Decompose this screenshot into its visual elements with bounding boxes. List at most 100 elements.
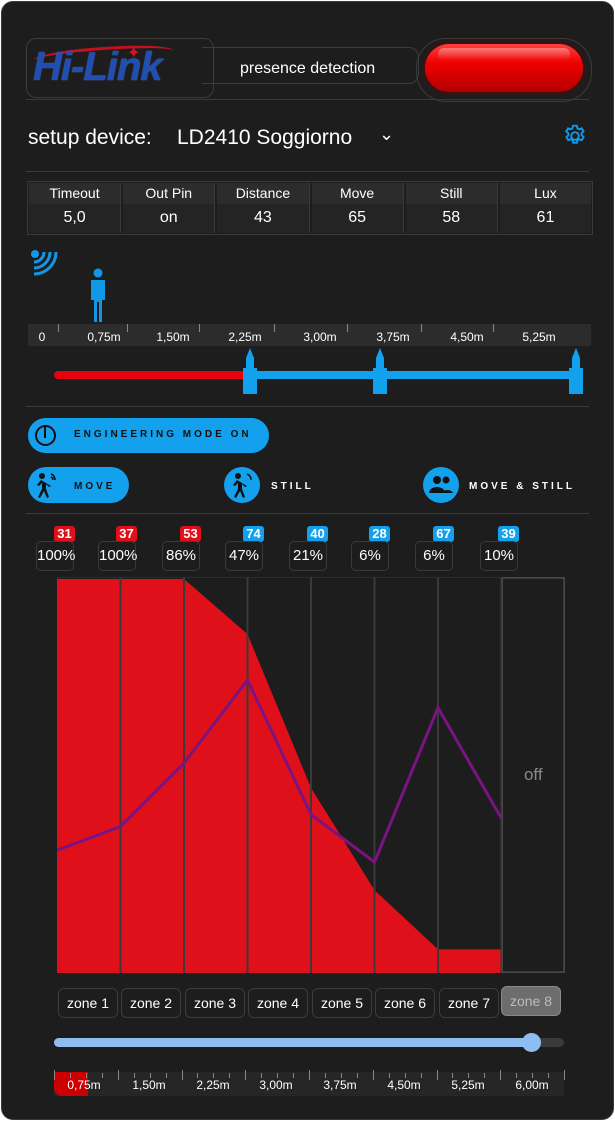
- distance-tick: [58, 324, 59, 332]
- zone-button[interactable]: zone 2: [121, 988, 181, 1018]
- param-out-pin: Out Pin on: [123, 183, 216, 233]
- distance-tick: [347, 324, 348, 332]
- zone-energy-percent: 47%: [225, 541, 263, 571]
- still-person-icon: [233, 473, 252, 498]
- bottom-scale-tick: [436, 1070, 438, 1080]
- param-value: on: [159, 209, 178, 226]
- bottom-scale-tick: [54, 1070, 55, 1080]
- mode-move-still-label: MOVE & STILL: [469, 481, 575, 492]
- zone-button[interactable]: zone 7: [439, 988, 499, 1018]
- divider: [26, 171, 589, 172]
- logo-star-icon: ✦: [127, 45, 141, 62]
- param-value: 58: [442, 209, 461, 226]
- bottom-scale-tick: [500, 1070, 502, 1080]
- distance-tick: [493, 324, 494, 332]
- gear-icon[interactable]: [562, 123, 588, 149]
- bottom-scale-tick: [229, 1073, 231, 1078]
- bottom-scale-tick: [101, 1073, 103, 1078]
- distance-tick-label: 3,75m: [376, 330, 410, 344]
- zone-threshold-badge: 39: [498, 526, 519, 542]
- distance-tick: [127, 324, 128, 332]
- group-icon: [429, 476, 453, 493]
- bottom-scale-tick: [85, 1073, 87, 1078]
- param-move: Move 65: [311, 183, 404, 233]
- param-distance: Distance 43: [217, 183, 310, 233]
- zone-button[interactable]: zone 8: [501, 986, 561, 1016]
- zone-threshold-badge: 53: [180, 526, 201, 542]
- bottom-scale-tick: [340, 1073, 342, 1078]
- bottom-scale-tick: [564, 1070, 565, 1080]
- bottom-scale-tick: [468, 1073, 470, 1078]
- bottom-scale-tick: [133, 1073, 135, 1078]
- divider: [26, 406, 589, 407]
- energy-chart: off: [57, 577, 565, 973]
- distance-tick-label: 2,25m: [228, 330, 262, 344]
- zone-button[interactable]: zone 5: [312, 988, 372, 1018]
- bottom-scale-tick: [261, 1073, 263, 1078]
- mode-still-label: STILL: [271, 481, 314, 492]
- bottom-scale-tick: [117, 1070, 119, 1080]
- device-select[interactable]: LD2410 Soggiorno: [177, 126, 352, 150]
- zone-energy-percent: 21%: [289, 541, 327, 571]
- bottom-scale-tick: [420, 1073, 422, 1078]
- app-frame: Hi-Link ✦ presence detection setup devic…: [1, 1, 614, 1120]
- zone-threshold-badge: 31: [54, 526, 75, 542]
- bottom-scale-tick: [388, 1073, 390, 1078]
- bottom-scale-tick: [293, 1073, 295, 1078]
- bottom-scale-tick: [197, 1073, 199, 1078]
- bottom-scale-tick: [356, 1073, 358, 1078]
- param-lux: Lux 61: [499, 183, 592, 233]
- bottom-scale-tick: [277, 1073, 279, 1078]
- led-shine: [438, 48, 570, 60]
- bottom-scale-tick: [165, 1073, 167, 1078]
- zone-button[interactable]: zone 4: [248, 988, 308, 1018]
- zone-threshold-badge: 28: [369, 526, 390, 542]
- bottom-scale-label: 5,25m: [451, 1078, 485, 1092]
- distance-tick-label: 5,25m: [522, 330, 556, 344]
- bottom-scale-tick: [213, 1073, 215, 1078]
- bottom-scale-tick: [484, 1073, 486, 1078]
- distance-tick: [274, 324, 275, 332]
- param-label: Distance: [217, 183, 309, 204]
- setup-label: setup device:: [28, 126, 152, 149]
- bottom-scale-tick: [324, 1073, 326, 1078]
- person-icon: [91, 268, 105, 322]
- params-table: Timeout 5,0 Out Pin on Distance 43 Move 65 S…: [27, 181, 593, 235]
- range-gate-handle[interactable]: [242, 348, 257, 399]
- bottom-scale-tick: [372, 1070, 374, 1080]
- bottom-scale-tick: [245, 1070, 247, 1080]
- range-slider-thumb[interactable]: [521, 1033, 541, 1052]
- logo-text: Hi-Link: [33, 45, 163, 89]
- bottom-scale-tick: [548, 1073, 550, 1078]
- zone-energy-percent: 10%: [480, 541, 518, 571]
- range-bar-red: [54, 371, 250, 379]
- radar-signal-icon: [31, 250, 58, 276]
- distance-tick: [199, 324, 200, 332]
- zone-energy-percent: 100%: [36, 541, 75, 571]
- param-value: 61: [536, 209, 555, 226]
- range-gate-handle[interactable]: [373, 348, 388, 399]
- zone-energy-percent: 6%: [415, 541, 453, 571]
- zone-button[interactable]: zone 6: [375, 988, 435, 1018]
- param-value: 65: [348, 209, 366, 226]
- zone-button[interactable]: zone 1: [58, 988, 118, 1018]
- range-slider-fill: [54, 1038, 532, 1047]
- distance-tick-label: 1,50m: [156, 330, 190, 344]
- walking-person-icon: [37, 473, 56, 498]
- bottom-scale-tick: [452, 1073, 454, 1078]
- bottom-scale-label: 3,00m: [259, 1078, 293, 1092]
- param-value: 5,0: [63, 209, 86, 226]
- bottom-scale-label: 4,50m: [387, 1078, 421, 1092]
- zone-threshold-badge: 67: [433, 526, 454, 542]
- zone-button[interactable]: zone 3: [185, 988, 245, 1018]
- zone-threshold-badge: 40: [307, 526, 328, 542]
- range-gate-handle[interactable]: [569, 348, 583, 399]
- bottom-scale-tick: [404, 1073, 406, 1078]
- divider: [26, 513, 589, 514]
- zone-energy-percent: 100%: [98, 541, 137, 571]
- bottom-scale-label: 0,75m: [67, 1078, 101, 1092]
- chevron-down-icon[interactable]: ⌄: [379, 124, 394, 145]
- range-bar-blue: [249, 371, 576, 379]
- distance-tick-label: 4,50m: [450, 330, 484, 344]
- divider: [26, 99, 589, 100]
